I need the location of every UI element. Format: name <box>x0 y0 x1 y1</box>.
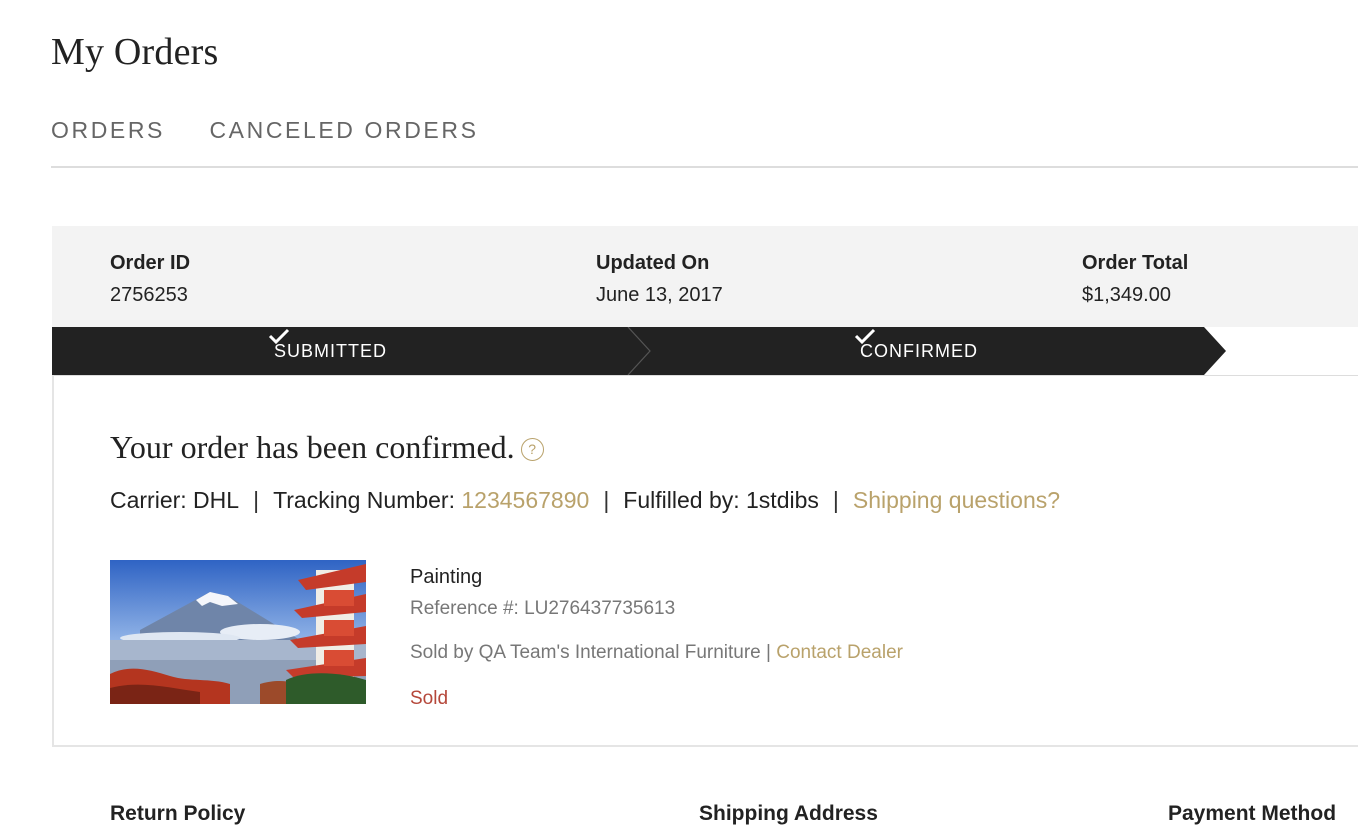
order-total-value: $1,349.00 <box>1082 284 1171 306</box>
tracking-label: Tracking Number: <box>273 487 455 513</box>
step-submitted-label: SUBMITTED <box>274 341 388 361</box>
item-status-badge: Sold <box>410 688 449 709</box>
return-policy-heading: Return Policy <box>110 802 246 825</box>
order-id-value: 2756253 <box>110 284 188 306</box>
carrier-text: Carrier: DHL <box>110 487 240 513</box>
item-title[interactable]: Painting <box>410 565 903 589</box>
step-confirmed-label: CONFIRMED <box>860 341 978 361</box>
item-reference: Reference #: LU276437735613 <box>410 598 676 619</box>
mountain-pagoda-photo-icon <box>110 560 366 704</box>
order-tabs: ORDERS CANCELED ORDERS <box>51 117 519 147</box>
separator: | <box>603 487 610 513</box>
order-progress-bar: SUBMITTED CONFIRMED <box>52 327 1358 376</box>
step-confirmed: CONFIRMED <box>854 327 978 375</box>
tab-canceled-orders[interactable]: CANCELED ORDERS <box>209 117 478 144</box>
item-info: Painting Reference #: LU276437735613 Sol… <box>410 565 903 710</box>
tab-orders[interactable]: ORDERS <box>51 117 165 144</box>
tracking-number-link[interactable]: 1234567890 <box>461 487 589 513</box>
progress-arrows <box>52 327 1226 375</box>
order-total-label: Order Total <box>1082 252 1189 274</box>
contact-dealer-link[interactable]: Contact Dealer <box>776 642 903 663</box>
separator: | <box>832 487 839 513</box>
updated-on-block: Updated On June 13, 2017 <box>596 251 723 307</box>
separator: | <box>253 487 260 513</box>
item-seller: Sold by QA Team's International Furnitur… <box>410 642 903 664</box>
help-icon[interactable]: ? <box>520 438 544 461</box>
fulfilled-text: Fulfilled by: 1stdibs <box>623 487 819 513</box>
shipping-info: Carrier: DHL | Tracking Number: 1234567890… <box>110 487 1060 514</box>
payment-method-heading: Payment Method <box>1168 802 1337 825</box>
page-title: My Orders <box>51 31 219 73</box>
updated-on-value: June 13, 2017 <box>596 284 723 306</box>
updated-on-label: Updated On <box>596 252 710 274</box>
order-total-block: Order Total $1,349.00 <box>1082 251 1188 307</box>
confirmation-heading: Your order has been confirmed.? <box>110 429 544 466</box>
tabs-divider <box>51 166 1358 168</box>
order-id-label: Order ID <box>110 252 191 274</box>
shipping-questions-link[interactable]: Shipping questions? <box>853 487 1060 513</box>
sold-by-text: Sold by QA Team's International Furnitur… <box>410 642 777 663</box>
step-submitted: SUBMITTED <box>268 327 387 375</box>
order-summary: Order ID 2756253 Updated On June 13, 201… <box>52 226 1358 327</box>
confirmation-title: Your order has been confirmed. <box>110 429 515 465</box>
shipping-address-heading: Shipping Address <box>699 802 878 825</box>
item-thumbnail[interactable] <box>110 560 366 704</box>
order-id-block: Order ID 2756253 <box>110 251 190 307</box>
order-detail: Your order has been confirmed.? Carrier:… <box>52 375 1358 747</box>
order-card: Order ID 2756253 Updated On June 13, 201… <box>52 226 1358 834</box>
